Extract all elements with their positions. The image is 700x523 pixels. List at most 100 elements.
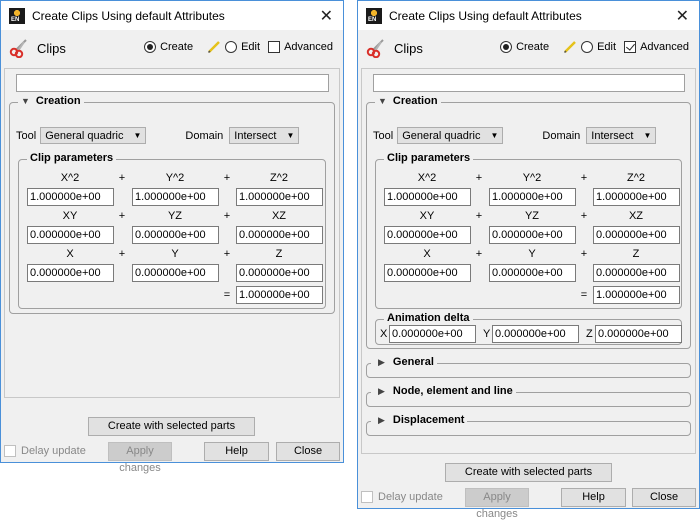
plus-sign: + — [223, 210, 231, 222]
edit-radio[interactable] — [581, 41, 594, 53]
coef-xy-field[interactable]: 0.000000e+00 — [27, 226, 114, 244]
coef-x-field[interactable]: 0.000000e+00 — [27, 264, 114, 282]
delay-update-checkbox[interactable]: Delay update — [361, 491, 443, 503]
dropdown-arrow-icon: ▼ — [286, 131, 295, 140]
close-button[interactable]: Close — [632, 488, 696, 507]
delay-update-label: Delay update — [21, 445, 86, 457]
tool-dropdown-value: General quadric — [402, 129, 481, 142]
creation-toggle[interactable]: ▼ Creation — [18, 95, 84, 107]
equals-sign: = — [223, 289, 231, 301]
create-with-selected-parts-button[interactable]: Create with selected parts — [445, 463, 612, 482]
dropdown-arrow-icon: ▼ — [133, 131, 142, 140]
plus-sign: + — [580, 210, 588, 222]
tool-dropdown[interactable]: General quadric ▼ — [397, 127, 504, 144]
mode-header: Clips Create Edit Advanced — [1, 30, 343, 66]
coef-xz-field[interactable]: 0.000000e+00 — [236, 226, 323, 244]
coef-label: Z — [275, 248, 283, 260]
window-title: Create Clips Using default Attributes — [389, 8, 582, 23]
general-section[interactable]: ▶ General — [366, 356, 691, 378]
displacement-section-title: Displacement — [392, 414, 465, 426]
close-icon[interactable]: ✕ — [676, 6, 689, 26]
creation-title: Creation — [35, 95, 81, 107]
title-bar: EN Create Clips Using default Attributes… — [1, 1, 343, 30]
node-element-line-section-title: Node, element and line — [392, 385, 513, 397]
domain-label: Domain — [542, 129, 581, 142]
clip-name-input[interactable] — [373, 74, 685, 92]
domain-label: Domain — [185, 129, 224, 142]
domain-dropdown[interactable]: Intersect ▼ — [229, 127, 300, 144]
domain-dropdown-value: Intersect — [591, 129, 634, 142]
delta-z-field[interactable]: 0.000000e+00 — [595, 325, 682, 343]
apply-changes-button[interactable]: Apply changes — [465, 488, 529, 520]
create-radio[interactable] — [144, 41, 157, 53]
coef-label: XY — [62, 210, 78, 222]
creation-group: ▼ Creation Tool General quadric ▼ Domain I… — [9, 95, 335, 314]
tool-label: Tool — [373, 129, 394, 142]
displacement-section[interactable]: ▶ Displacement — [366, 414, 691, 436]
dropdown-arrow-icon: ▼ — [490, 131, 499, 140]
constant-field[interactable]: 1.000000e+00 — [593, 286, 680, 304]
triangle-right-icon: ▶ — [378, 357, 385, 367]
coef-y2-field[interactable]: 1.000000e+00 — [489, 188, 576, 206]
equals-sign: = — [580, 289, 588, 301]
coef-z2-field[interactable]: 1.000000e+00 — [236, 188, 323, 206]
delta-x-field[interactable]: 0.000000e+00 — [389, 325, 476, 343]
app-logo-icon: EN — [366, 7, 382, 24]
coef-yz-field[interactable]: 0.000000e+00 — [489, 226, 576, 244]
domain-dropdown-value: Intersect — [234, 129, 277, 142]
create-with-selected-parts-button[interactable]: Create with selected parts — [88, 417, 255, 436]
coef-label: YZ — [524, 210, 540, 222]
creation-group: ▼ Creation Tool General quadric ▼ Domain I… — [366, 95, 691, 349]
help-button[interactable]: Help — [561, 488, 626, 507]
help-button[interactable]: Help — [204, 442, 269, 461]
delta-z-label: Z — [586, 328, 593, 340]
close-icon[interactable]: ✕ — [320, 6, 333, 26]
coef-z2-field[interactable]: 1.000000e+00 — [593, 188, 680, 206]
coef-y2-field[interactable]: 1.000000e+00 — [132, 188, 219, 206]
advanced-checkbox-label: Advanced — [284, 41, 333, 53]
delay-update-label: Delay update — [378, 491, 443, 503]
creation-toggle[interactable]: ▼ Creation — [375, 95, 441, 107]
coef-y-field[interactable]: 0.000000e+00 — [489, 264, 576, 282]
coef-y-field[interactable]: 0.000000e+00 — [132, 264, 219, 282]
animation-delta-group: Animation delta X 0.000000e+00 Y 0.00000… — [375, 312, 682, 345]
constant-field[interactable]: 1.000000e+00 — [236, 286, 323, 304]
edit-radio[interactable] — [225, 41, 238, 53]
clip-name-input[interactable] — [16, 74, 329, 92]
close-button[interactable]: Close — [276, 442, 340, 461]
clips-dialog-advanced: EN Create Clips Using default Attributes… — [357, 0, 700, 520]
coef-xz-field[interactable]: 0.000000e+00 — [593, 226, 680, 244]
clips-label: Clips — [394, 40, 423, 56]
plus-sign: + — [475, 248, 483, 260]
domain-dropdown[interactable]: Intersect ▼ — [586, 127, 657, 144]
delay-update-checkbox[interactable]: Delay update — [4, 445, 86, 457]
coef-x2-field[interactable]: 1.000000e+00 — [384, 188, 471, 206]
title-bar: EN Create Clips Using default Attributes… — [358, 1, 699, 30]
coef-z-field[interactable]: 0.000000e+00 — [236, 264, 323, 282]
coef-yz-field[interactable]: 0.000000e+00 — [132, 226, 219, 244]
create-radio-label: Create — [516, 41, 550, 53]
delta-y-field[interactable]: 0.000000e+00 — [492, 325, 579, 343]
create-radio[interactable] — [500, 41, 513, 53]
delta-y-label: Y — [483, 328, 491, 340]
advanced-checkbox[interactable] — [268, 41, 281, 53]
triangle-right-icon: ▶ — [378, 415, 385, 425]
general-section-title: General — [392, 356, 434, 368]
coef-label: Z^2 — [270, 172, 288, 184]
window-title: Create Clips Using default Attributes — [32, 8, 225, 23]
scissors-icon — [366, 39, 384, 58]
coef-xy-field[interactable]: 0.000000e+00 — [384, 226, 471, 244]
coef-label: Z — [632, 248, 640, 260]
coef-z-field[interactable]: 0.000000e+00 — [593, 264, 680, 282]
pencil-icon — [208, 41, 220, 54]
advanced-checkbox[interactable] — [624, 41, 637, 53]
node-element-line-section[interactable]: ▶ Node, element and line — [366, 385, 691, 407]
coef-x-field[interactable]: 0.000000e+00 — [384, 264, 471, 282]
coef-x2-field[interactable]: 1.000000e+00 — [27, 188, 114, 206]
delay-update-box[interactable] — [4, 445, 16, 457]
delay-update-box[interactable] — [361, 491, 373, 503]
creation-title: Creation — [392, 95, 438, 107]
apply-changes-button[interactable]: Apply changes — [108, 442, 172, 474]
coef-label: X — [66, 248, 74, 260]
tool-dropdown[interactable]: General quadric ▼ — [40, 127, 147, 144]
